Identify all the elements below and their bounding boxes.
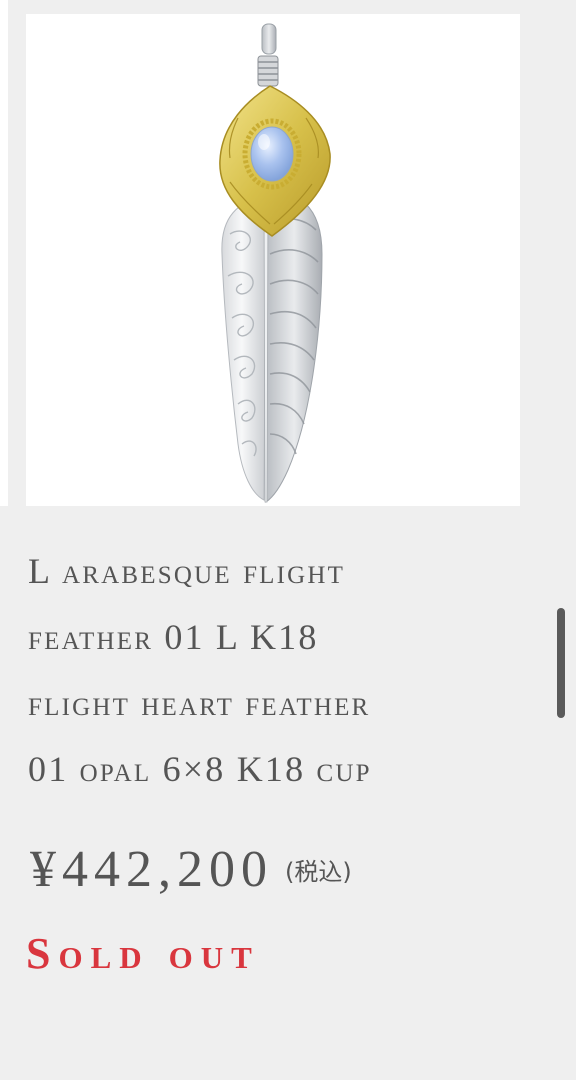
scrollbar-thumb[interactable] — [557, 608, 565, 718]
product-title-line: flight heart feather — [28, 683, 371, 723]
product-title: L arabesque flight feather 01 L K18 flig… — [28, 538, 528, 802]
product-title-line: 01 opal 6×8 K18 cup — [28, 749, 372, 789]
feather-quill — [263, 193, 269, 503]
price-row: ¥442,200 (税込) — [30, 840, 352, 899]
feather-left-vane — [221, 193, 267, 501]
product-page: L arabesque flight feather 01 L K18 flig… — [0, 0, 576, 1080]
tax-included-note: (税込) — [285, 858, 352, 886]
sold-out-status: Sold out — [26, 929, 260, 978]
product-image[interactable] — [26, 14, 520, 506]
pendant-bail — [257, 23, 279, 87]
product-title-line: L arabesque flight — [28, 551, 346, 591]
previous-slide-edge — [0, 0, 8, 506]
opal-stone — [250, 126, 294, 182]
product-title-line: feather 01 L K18 — [28, 617, 319, 657]
product-price: ¥442,200 — [30, 841, 273, 898]
feather-right-vane — [265, 192, 323, 503]
